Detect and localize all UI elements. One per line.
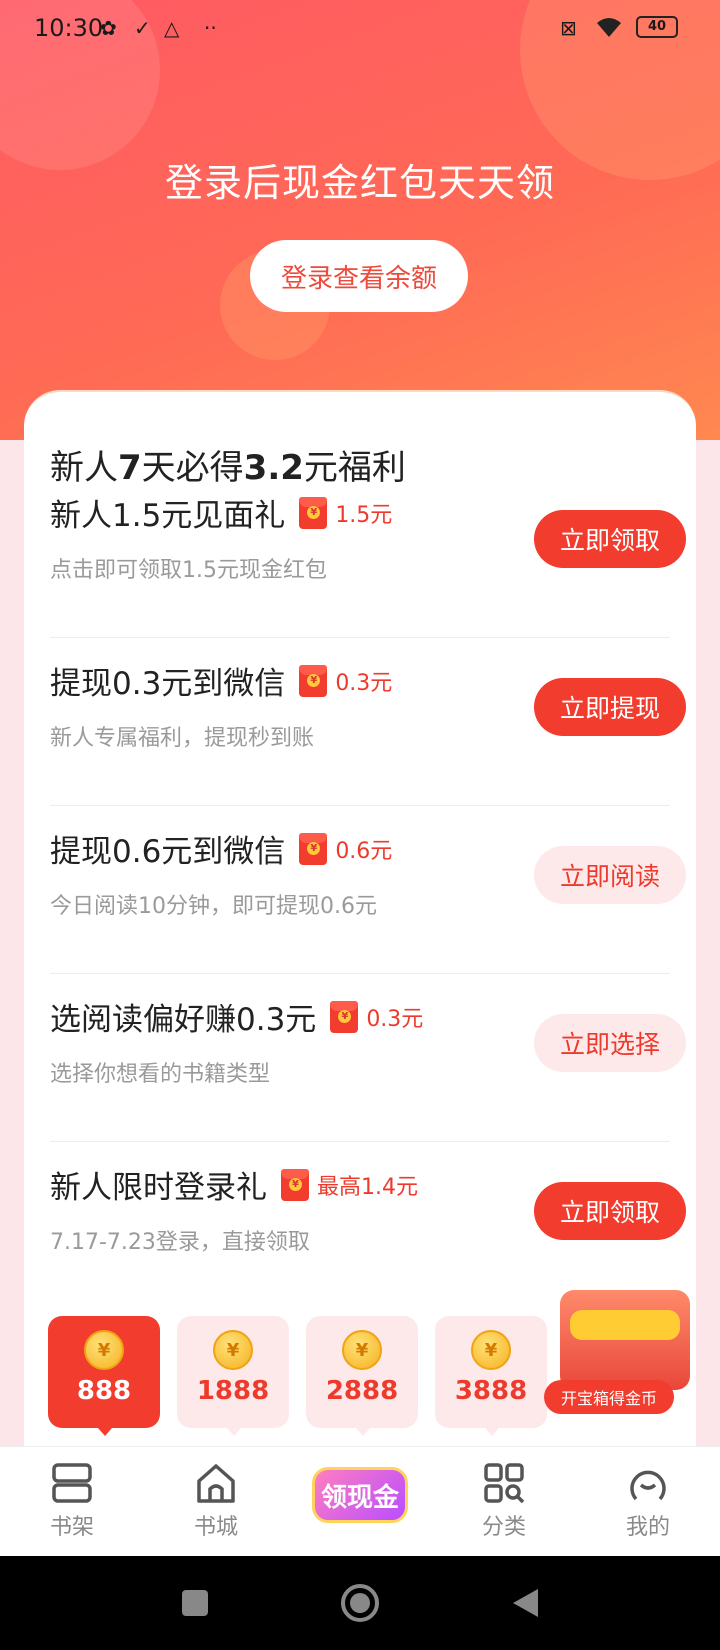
task-item: 提现0.6元到微信 0.6元 今日阅读10分钟，即可提现0.6元 立即阅读 [50,806,686,974]
task-amount: 0.6元 [335,838,393,864]
tab-label: 书城 [193,1515,238,1540]
claim-button[interactable]: 立即领取 [534,510,686,568]
tab-category[interactable]: 分类 [444,1447,564,1557]
hero-title: 登录后现金红包天天领 [164,161,555,205]
coin-value: 1888 [196,1376,270,1406]
login-view-balance-button[interactable]: 登录查看余额 [250,240,468,312]
task-amount: 0.3元 [335,670,393,696]
coin-icon: ¥ [213,1330,253,1370]
treasure-chest-icon [560,1290,690,1390]
task-title: 新人限时登录礼 [50,1170,267,1206]
treasure-chest-label: 开宝箱得金币 [544,1380,674,1414]
red-envelope-icon [299,664,328,697]
claim-button[interactable]: 立即领取 [534,1182,686,1240]
tab-mine[interactable]: 我的 [588,1447,708,1557]
home-icon [194,1461,238,1505]
gold-coins-icon [570,1310,680,1340]
tab-label: 书架 [49,1515,94,1540]
task-amount: 最高1.4元 [317,1174,418,1200]
withdraw-button[interactable]: 立即提现 [534,678,686,736]
bookshelf-icon [50,1461,94,1505]
task-subtitle: 新人专属福利，提现秒到账 [50,726,315,751]
select-button[interactable]: 立即选择 [534,1014,686,1072]
coin-icon: ¥ [342,1330,382,1370]
home-button[interactable] [320,1556,400,1650]
grid-icon [482,1461,526,1505]
task-item: 提现0.3元到微信 0.3元 新人专属福利，提现秒到账 立即提现 [50,638,686,806]
task-subtitle: 选择你想看的书籍类型 [50,1062,271,1087]
no-sim-icon: ⊠ [560,16,577,40]
notification-icon: ✿ [100,16,117,40]
recent-apps-button[interactable] [155,1556,235,1650]
status-bar: 10:30 ✿ ✓ △ ·· ⊠ 40 [0,0,720,54]
coin-reward-1888[interactable]: ¥ 1888 [177,1316,289,1436]
red-envelope-icon [330,1000,359,1033]
task-amount: 1.5元 [335,502,393,528]
tab-label: 我的 [625,1515,670,1540]
task-item: 选阅读偏好赚0.3元 0.3元 选择你想看的书籍类型 立即选择 [50,974,686,1142]
battery-icon: 40 [636,16,678,38]
tab-cash[interactable]: 领现金 [300,1447,420,1557]
task-item: 新人1.5元见面礼 1.5元 点击即可领取1.5元现金红包 立即领取 [50,470,686,638]
coin-value: 2888 [325,1376,399,1406]
red-envelope-icon [299,832,328,865]
check-icon: ✓ [134,16,151,40]
coin-value: 3888 [454,1376,528,1406]
coin-reward-2888[interactable]: ¥ 2888 [306,1316,418,1436]
coin-value: 888 [76,1376,132,1406]
red-envelope-icon [299,496,328,529]
profile-icon [626,1461,670,1505]
coin-icon: ¥ [84,1330,124,1370]
coin-icon: ¥ [471,1330,511,1370]
task-title: 选阅读偏好赚0.3元 [50,1002,317,1038]
system-navigation-bar [0,1556,720,1650]
task-title: 提现0.3元到微信 [50,666,286,702]
task-title: 新人1.5元见面礼 [50,498,286,534]
coin-reward-888[interactable]: ¥ 888 [48,1316,160,1436]
task-subtitle: 7.17-7.23登录，直接领取 [50,1230,310,1255]
task-subtitle: 今日阅读10分钟，即可提现0.6元 [50,894,377,919]
status-time: 10:30 [34,14,104,42]
wifi-icon [596,16,622,43]
tab-label: 分类 [481,1515,526,1540]
treasure-chest-button[interactable]: 开宝箱得金币 [544,1270,700,1420]
bottom-tab-bar: 书架 书城 领现金 分类 我的 [0,1446,720,1556]
tab-bookstore[interactable]: 书城 [156,1447,276,1557]
cash-badge: 领现金 [312,1467,408,1523]
red-envelope-icon [281,1168,309,1201]
task-title: 提现0.6元到微信 [50,834,286,870]
read-button[interactable]: 立即阅读 [534,846,686,904]
triangle-icon: △ [164,16,180,40]
coin-reward-3888[interactable]: ¥ 3888 [435,1316,547,1436]
back-button[interactable] [485,1556,565,1650]
task-subtitle: 点击即可领取1.5元现金红包 [50,558,327,583]
more-dots-icon: ·· [204,16,217,40]
tab-bookshelf[interactable]: 书架 [12,1447,132,1557]
task-amount: 0.3元 [366,1006,424,1032]
